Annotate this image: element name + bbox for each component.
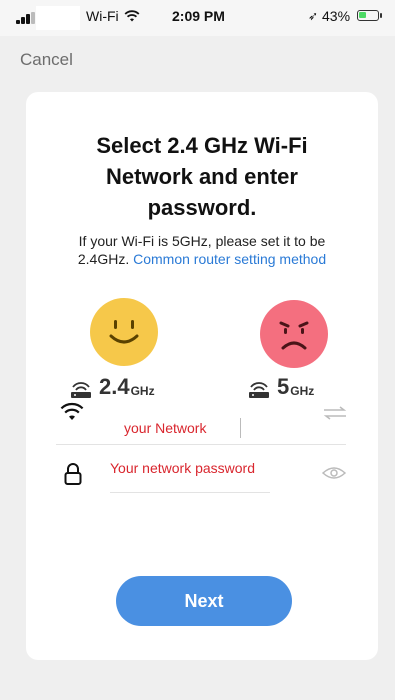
wifi-status-icon (124, 10, 140, 22)
carrier-redaction (36, 6, 80, 30)
band-2-4ghz: 2.4 GHz (69, 374, 155, 400)
password-underline (110, 492, 270, 493)
network-type: Wi-Fi (86, 8, 119, 24)
network-name-input[interactable]: your Network (124, 420, 240, 436)
lock-icon (64, 463, 82, 485)
sad-face-icon (260, 300, 328, 368)
location-arrow-icon: ➶ (308, 9, 319, 23)
next-button[interactable]: Next (116, 576, 292, 626)
battery-percentage: 43% (322, 8, 351, 24)
band-unit: GHz (290, 384, 315, 398)
cancel-button[interactable]: Cancel (20, 50, 73, 70)
field-divider (56, 444, 346, 445)
band-instructions: If your Wi-Fi is 5GHz, please set it to … (26, 232, 378, 268)
band-5ghz: 5 GHz (247, 374, 314, 400)
password-input[interactable]: Your network password (110, 460, 300, 476)
battery-icon (357, 10, 382, 21)
status-time: 2:09 PM (172, 8, 225, 24)
wifi-setup-card: Select 2.4 GHz Wi-Fi Network and enter p… (26, 92, 378, 660)
page-title: Select 2.4 GHz Wi-Fi Network and enter p… (96, 133, 308, 220)
happy-face-icon (90, 298, 158, 366)
wifi-icon (60, 402, 84, 420)
text-cursor (240, 418, 241, 438)
band-number: 5 (277, 374, 290, 399)
router-icon (71, 382, 91, 398)
eye-icon[interactable] (322, 466, 346, 480)
switch-network-icon[interactable] (322, 406, 348, 420)
status-bar: Wi-Fi 2:09 PM ➶ 43% (0, 0, 395, 36)
band-number: 2.4 (99, 374, 130, 399)
router-setting-link[interactable]: Common router setting method (133, 251, 326, 267)
router-icon (249, 382, 269, 398)
battery-level (359, 12, 366, 18)
band-unit: GHz (130, 384, 155, 398)
